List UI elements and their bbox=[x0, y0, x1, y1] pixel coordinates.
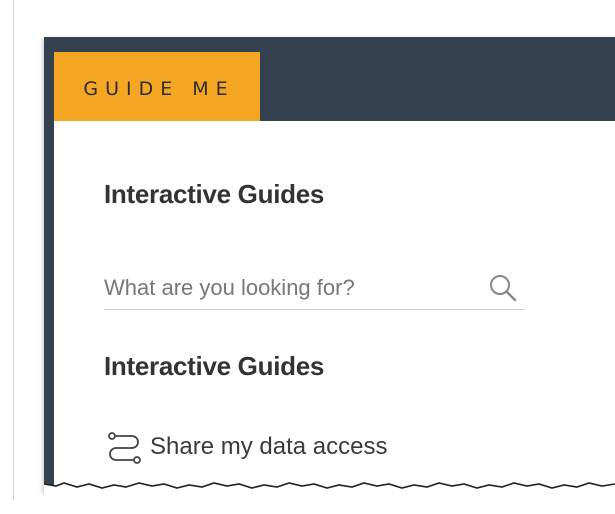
route-icon bbox=[108, 432, 141, 464]
guide-me-panel: GUIDE ME Interactive Guides Interactive … bbox=[44, 37, 615, 498]
panel-content: Interactive Guides Interactive Guides Sh… bbox=[54, 121, 615, 492]
screen: GUIDE ME Interactive Guides Interactive … bbox=[0, 0, 615, 514]
list-heading: Interactive Guides bbox=[104, 351, 325, 381]
panel-heading: Interactive Guides bbox=[104, 179, 325, 209]
list-item-label: Share my data access bbox=[150, 433, 388, 460]
search-icon[interactable] bbox=[486, 271, 520, 305]
guide-me-tab-label: GUIDE ME bbox=[83, 77, 235, 100]
list-item-share-my-data-access[interactable]: Share my data access bbox=[106, 427, 387, 467]
divider bbox=[13, 0, 14, 500]
guide-me-tab[interactable]: GUIDE ME bbox=[54, 52, 260, 121]
search-field bbox=[104, 269, 524, 310]
torn-edge bbox=[44, 482, 615, 498]
search-input[interactable] bbox=[104, 273, 474, 303]
